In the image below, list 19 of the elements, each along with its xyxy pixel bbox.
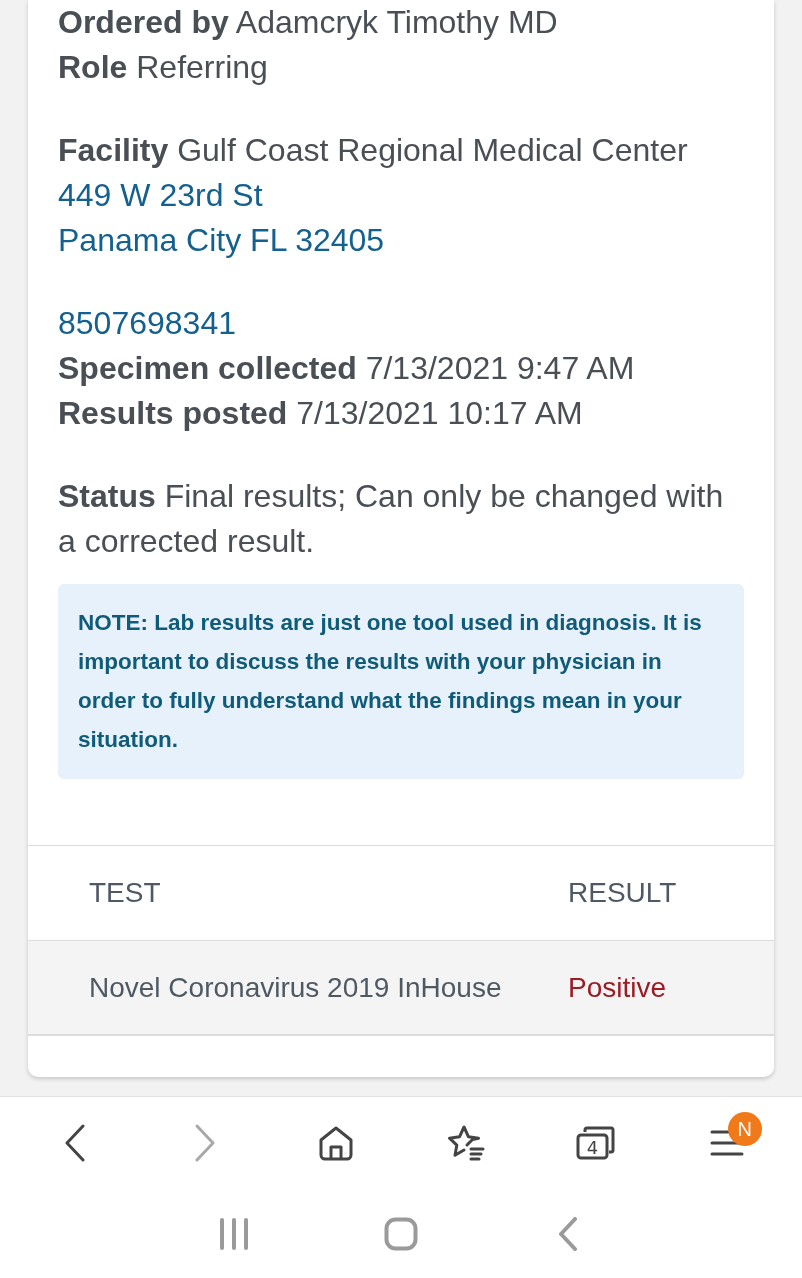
detail-text: Role Referring [58,48,269,87]
column-header: TEST [89,877,162,909]
test-name: Novel Coronavirus 2019 InHouse [89,971,503,1004]
note-callout: NOTE: Lab results are just one tool used in diagnosis. It is important to discuss the results with your physician in order to fully understand what the findings mean in your situation. [58,584,744,779]
notification-badge: N [727,1112,762,1146]
detail-text: Status Final results; Can only be changed with a corrected result. [58,477,725,561]
detail-text: Specimen collected 7/13/2021 9:47 AM [58,349,636,388]
result-value: Positive [568,971,668,1004]
contact-link[interactable]: 449 W 23rd St [58,173,744,218]
detail-text: Ordered by Adamcryk Timothy MD [58,3,559,42]
home-button[interactable] [317,1125,354,1161]
contact-link[interactable]: 8507698341 [58,301,744,346]
back-button[interactable] [64,1124,87,1162]
bookmarks-button[interactable] [447,1125,486,1161]
column-header: RESULT [568,877,678,909]
contact-link[interactable]: Panama City FL 32405 [58,218,744,263]
detail-text: Results posted 7/13/2021 10:17 AM [58,394,584,433]
recents-button[interactable] [218,1217,249,1250]
detail-text: Facility Gulf Coast Regional Medical Center [58,131,689,170]
